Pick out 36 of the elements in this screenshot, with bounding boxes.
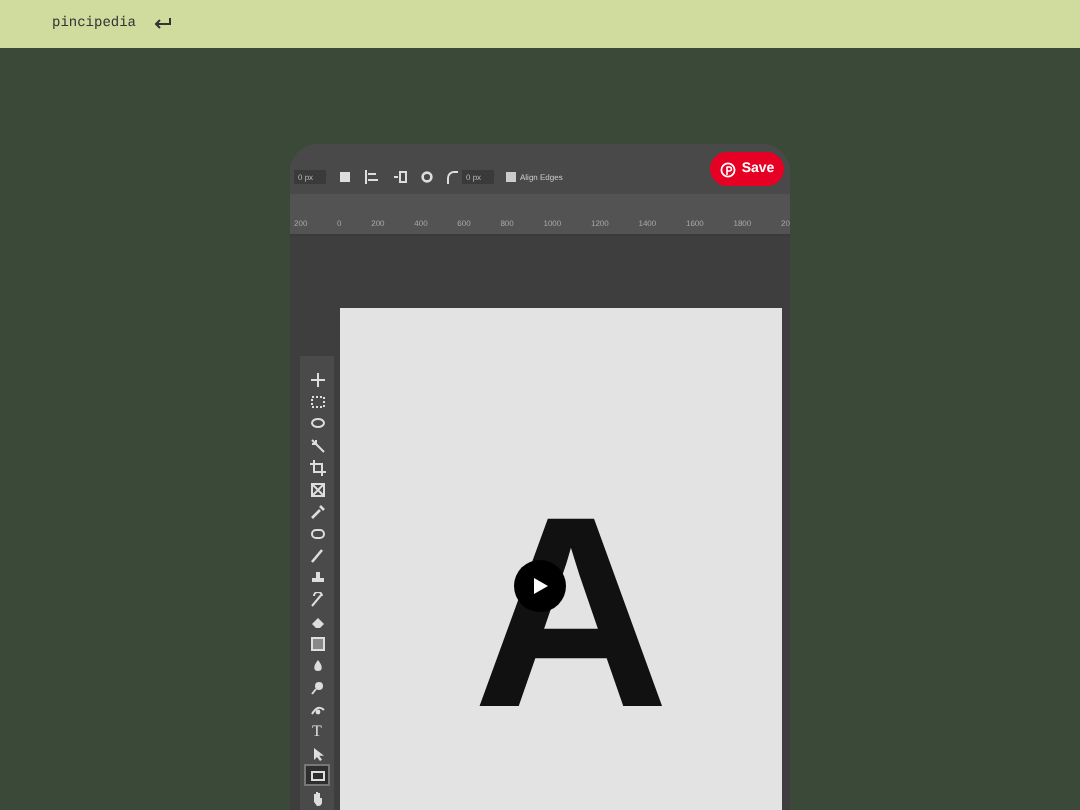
move-icon	[309, 371, 325, 387]
align-icon[interactable]	[364, 170, 380, 184]
corner-radius-icon[interactable]	[446, 170, 458, 184]
frame-tool[interactable]	[306, 480, 328, 498]
lasso-tool[interactable]	[306, 414, 328, 432]
play-icon	[530, 576, 550, 596]
wand-icon	[309, 437, 325, 453]
move-tool[interactable]	[306, 370, 328, 388]
return-arrow-icon[interactable]	[152, 16, 173, 32]
brush-tool[interactable]	[306, 590, 328, 608]
stamp-tool[interactable]	[306, 568, 328, 586]
rectangle-tool[interactable]	[306, 766, 328, 784]
cursor-icon	[309, 745, 325, 761]
brush-tool[interactable]	[306, 546, 328, 564]
stamp-icon	[309, 569, 325, 585]
marquee-icon	[309, 393, 325, 409]
eyedropper-tool[interactable]	[306, 502, 328, 520]
gradient-icon	[309, 635, 325, 651]
rectangle-icon	[309, 767, 325, 783]
pinterest-logo-icon	[719, 161, 736, 177]
type-tool[interactable]: T	[306, 722, 328, 740]
droplet-icon	[309, 657, 325, 673]
align-edges-checkbox[interactable]	[506, 172, 516, 182]
hand-icon	[309, 789, 325, 805]
frame-icon	[309, 481, 325, 497]
patch-tool[interactable]	[306, 524, 328, 542]
eraser-icon	[309, 613, 325, 629]
marquee-tool[interactable]	[306, 392, 328, 410]
gradient-tool[interactable]	[306, 634, 328, 652]
square-icon[interactable]	[338, 170, 352, 184]
crop-icon	[309, 459, 325, 475]
lasso-icon	[309, 415, 325, 431]
wand-tool[interactable]	[306, 436, 328, 454]
eyedropper-icon	[309, 503, 325, 519]
crop-tool[interactable]	[306, 458, 328, 476]
dodge-tool[interactable]	[306, 678, 328, 696]
